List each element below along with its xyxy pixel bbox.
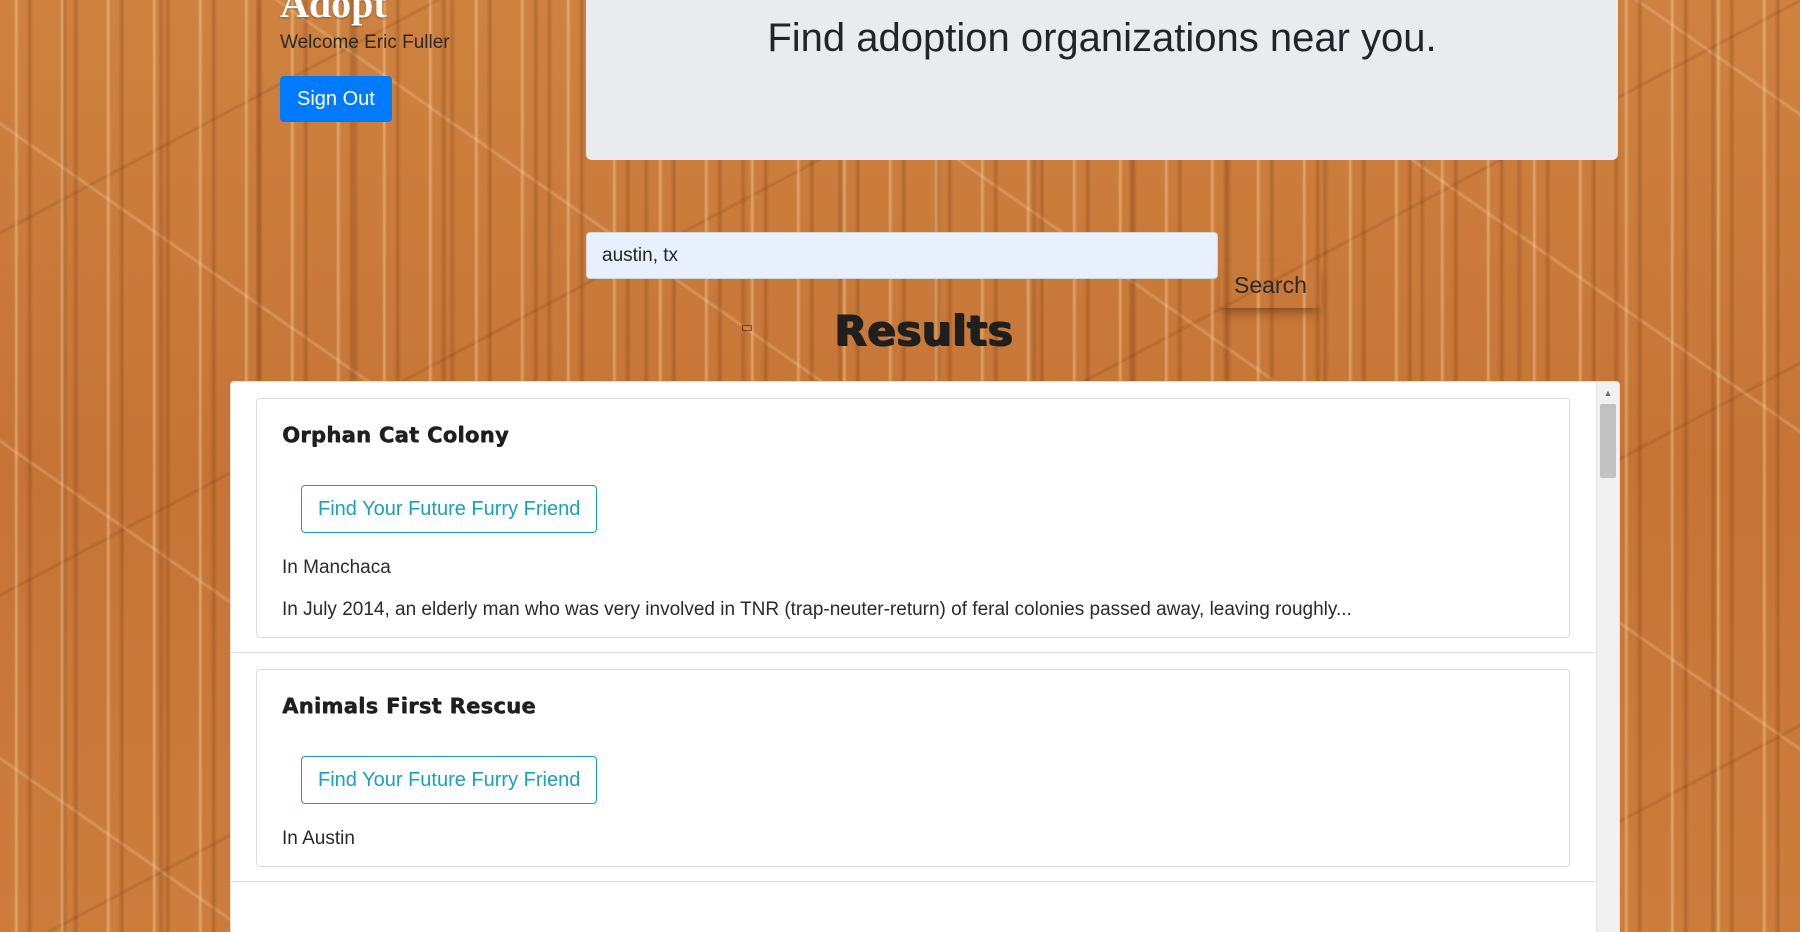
result-card: Animals First Rescue Find Your Future Fu… <box>256 669 1570 867</box>
results-list: Orphan Cat Colony Find Your Future Furry… <box>231 382 1595 932</box>
welcome-text: Welcome Eric Fuller <box>280 32 450 53</box>
organization-name: Orphan Cat Colony <box>282 423 509 447</box>
location-search-input[interactable] <box>586 232 1218 279</box>
jumbotron: Find adoption organizations near you. <box>586 0 1618 160</box>
brand-block: Adopt Welcome Eric Fuller Sign Out <box>280 0 540 122</box>
organization-description: In July 2014, an elderly man who was ver… <box>282 599 1352 620</box>
find-furry-friend-button[interactable]: Find Your Future Furry Friend <box>301 756 598 804</box>
result-card: Orphan Cat Colony Find Your Future Furry… <box>256 398 1570 638</box>
scroll-up-arrow-icon[interactable]: ▲ <box>1597 386 1619 400</box>
results-scrollbar[interactable]: ▲ <box>1596 382 1619 932</box>
list-item: Animals First Rescue Find Your Future Fu… <box>231 653 1595 882</box>
find-furry-friend-button[interactable]: Find Your Future Furry Friend <box>301 485 598 533</box>
scroll-thumb[interactable] <box>1600 404 1616 478</box>
list-item: Orphan Cat Colony Find Your Future Furry… <box>231 382 1595 653</box>
brand-title: Adopt <box>280 0 387 26</box>
results-heading: Results <box>834 306 1014 355</box>
organization-location: In Manchaca <box>282 557 391 578</box>
jumbotron-heading: Find adoption organizations near you. <box>767 16 1437 60</box>
sign-out-button[interactable]: Sign Out <box>280 76 392 122</box>
organization-location: In Austin <box>282 828 355 849</box>
search-button[interactable]: Search <box>1220 262 1321 308</box>
results-panel[interactable]: Orphan Cat Colony Find Your Future Furry… <box>230 381 1620 932</box>
organization-name: Animals First Rescue <box>282 694 536 718</box>
